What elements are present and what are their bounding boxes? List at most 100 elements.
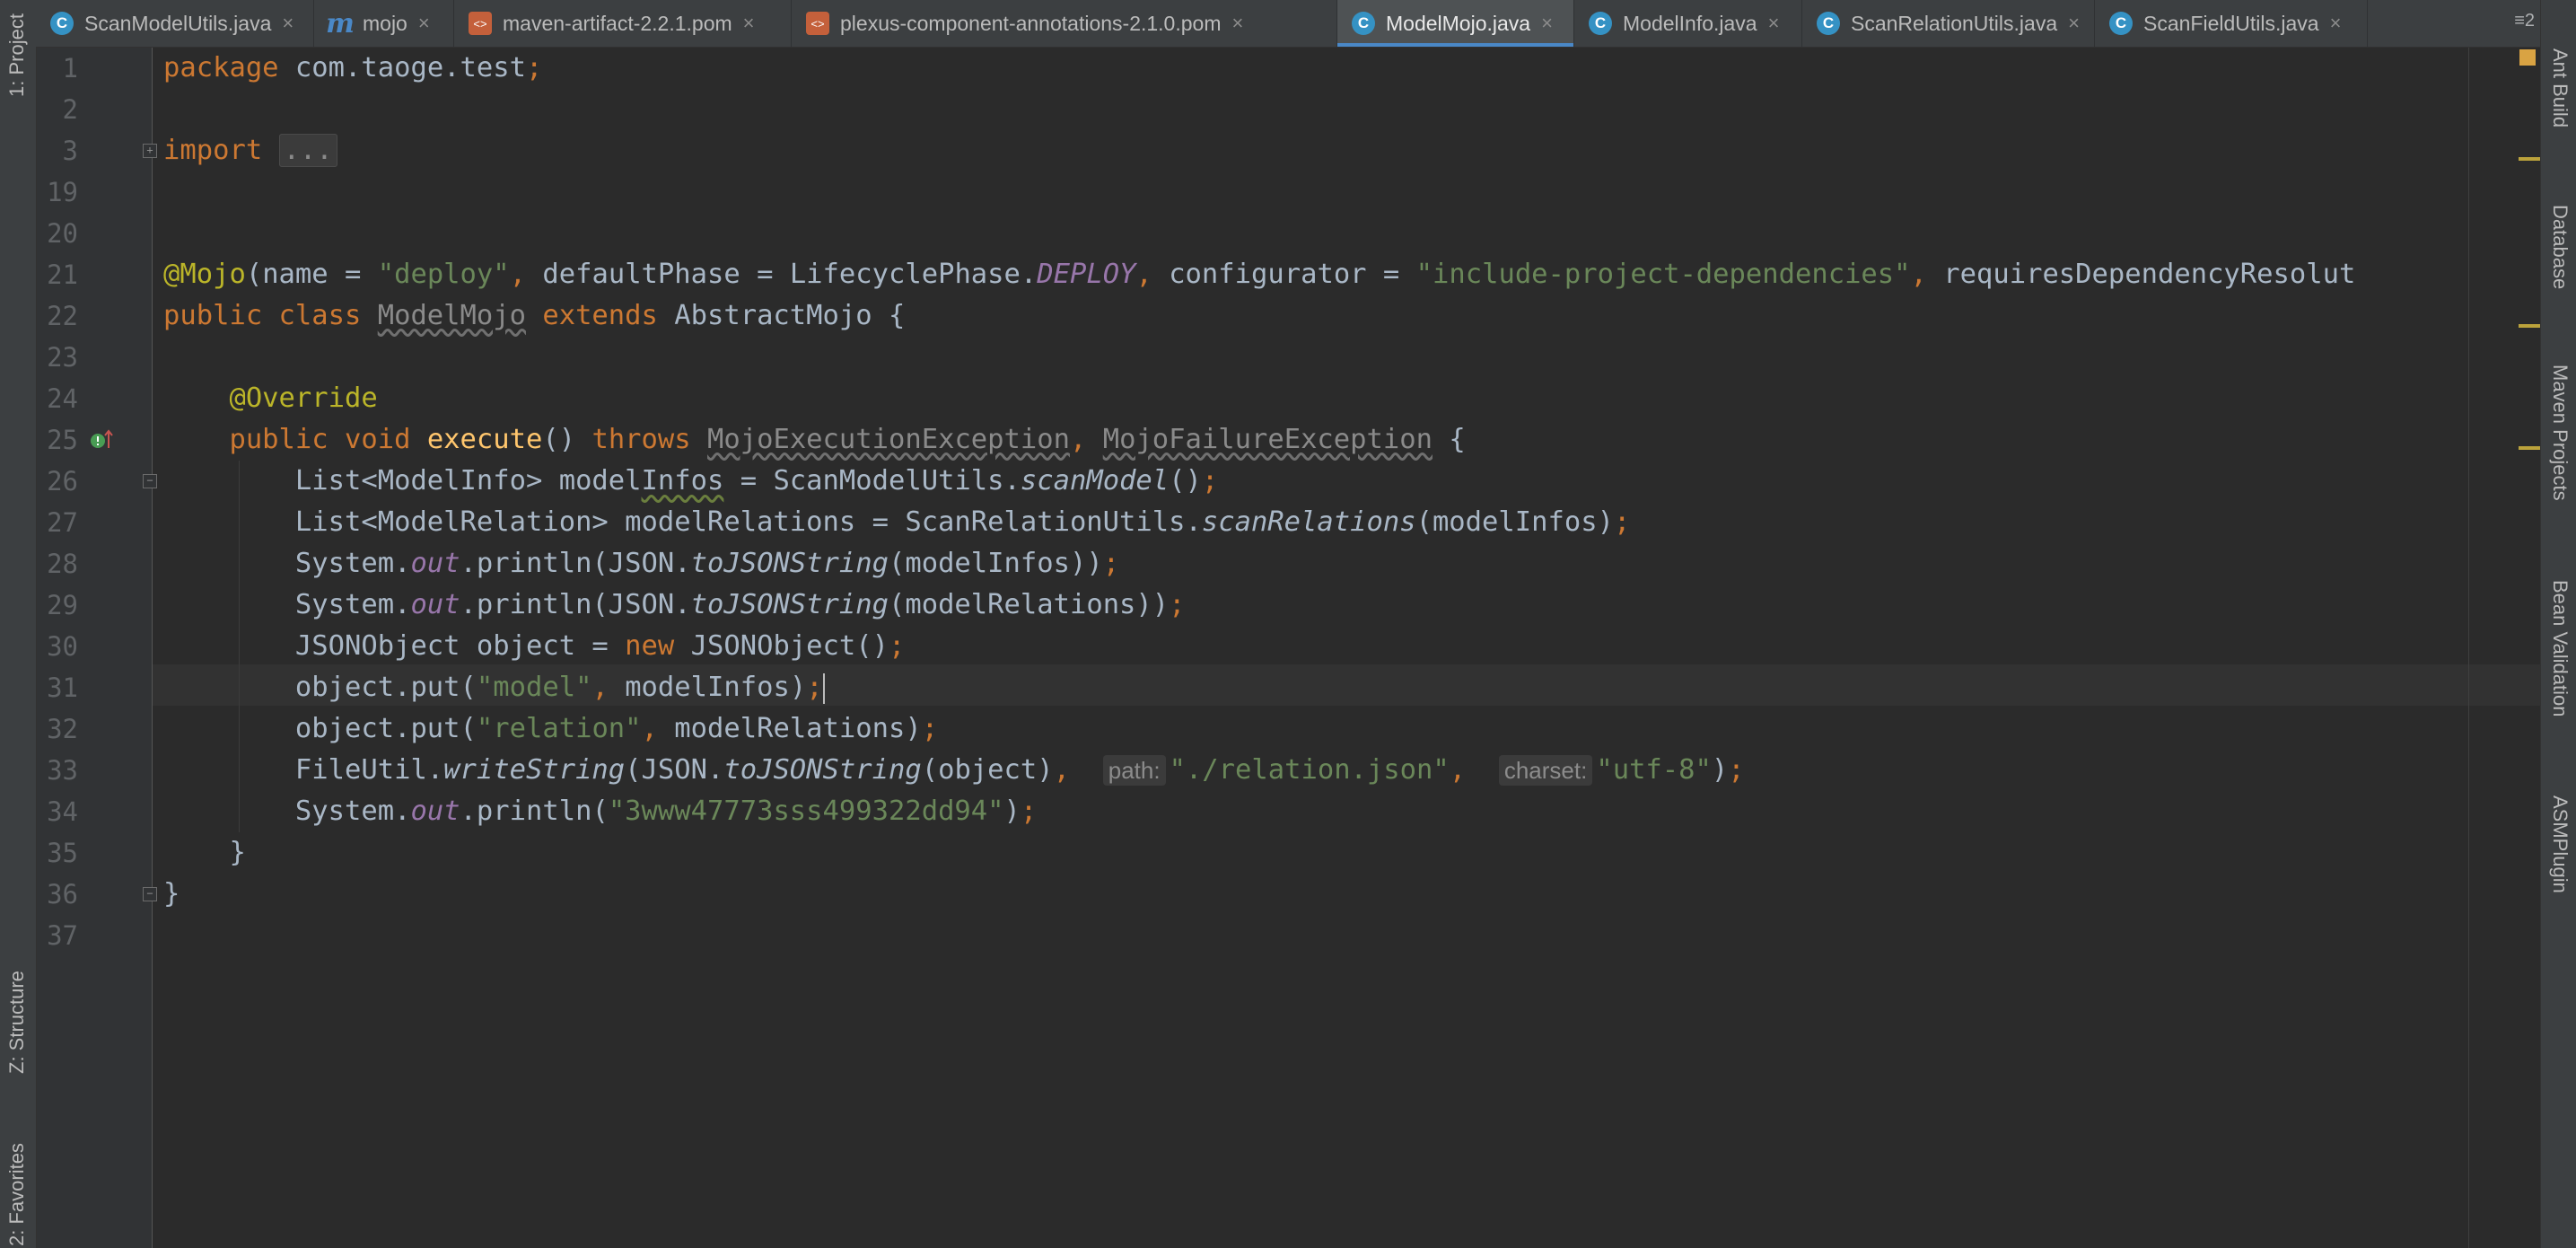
scrollbar-warning-marker[interactable] [2519,324,2540,328]
inspection-status-icon[interactable] [2519,49,2536,66]
code-text: JSONObject object = [294,630,626,662]
exception-type: MojoFailureException [1102,424,1433,455]
semicolon: ; [1020,795,1038,827]
line-number: 25 [47,425,78,455]
close-icon[interactable]: × [282,12,294,35]
code-text: System. [294,795,411,827]
tool-window-project[interactable]: 1: Project [5,13,29,97]
code-text: System. [294,589,411,620]
tool-window-maven-projects[interactable]: Maven Projects [2548,365,2572,501]
tab-scanmodelutils[interactable]: C ScanModelUtils.java × [36,0,314,47]
code-text: object.put( [294,713,477,744]
string-literal: "3www47773sss499322dd94" [608,795,1004,827]
static-field: out [410,548,460,579]
code-line-1[interactable]: package com.taoge.test; [163,48,542,89]
semicolon: ; [806,672,823,703]
code-line-31[interactable]: object.put("model", modelInfos); [163,667,825,708]
tab-label: plexus-component-annotations-2.1.0.pom [840,11,1222,35]
string-literal: "./relation.json" [1169,754,1450,786]
code-line-36[interactable]: } [163,874,180,915]
close-icon[interactable]: × [2330,12,2342,35]
scrollbar-warning-marker[interactable] [2519,446,2540,450]
code-text: .println( [460,795,609,827]
string-literal: "utf-8" [1596,754,1712,786]
code-text: JSONObject() [674,630,889,662]
line-number: 32 [47,714,78,744]
tab-label: ScanModelUtils.java [84,11,272,35]
code-line-32[interactable]: object.put("relation", modelRelations); [163,708,938,750]
code-text: () [542,424,592,455]
static-method: scanRelations [1201,506,1416,538]
package-name: com.taoge.test [294,52,526,83]
tab-modelinfo[interactable]: C ModelInfo.java × [1574,0,1802,47]
code-line-25[interactable]: public void execute() throws MojoExecuti… [163,419,1465,461]
line-number: 19 [47,177,78,207]
line-number: 35 [47,838,78,868]
comma: , [591,672,609,703]
code-line-27[interactable]: List<ModelRelation> modelRelations = Sca… [163,502,1630,543]
static-field: out [410,589,460,620]
tool-window-database[interactable]: Database [2548,205,2572,289]
close-icon[interactable]: × [1768,12,1780,35]
tool-window-asmplugin[interactable]: ASMPlugin [2548,795,2572,893]
code-text: configurator = [1152,259,1416,290]
tab-mojo[interactable]: m mojo × [314,0,454,47]
editor-tab-bar: C ScanModelUtils.java × m mojo × <> mave… [36,0,2540,48]
code-line-28[interactable]: System.out.println(JSON.toJSONString(mod… [163,543,1119,584]
line-number: 1 [62,53,78,83]
line-number: 21 [47,259,78,290]
tab-scanrelationutils[interactable]: C ScanRelationUtils.java × [1802,0,2095,47]
keyword: extends [525,300,675,331]
class-name: ModelMojo [377,300,526,331]
line-number: 33 [47,755,78,786]
comma: , [1053,754,1070,786]
tool-window-bean-validation[interactable]: Bean Validation [2548,580,2572,717]
tab-maven-artifact-pom[interactable]: <> maven-artifact-2.2.1.pom × [454,0,792,47]
keyword: public class [163,300,378,331]
code-line-29[interactable]: System.out.println(JSON.toJSONString(mod… [163,584,1186,626]
code-line-30[interactable]: JSONObject object = new JSONObject(); [163,626,905,667]
tab-modelmojo[interactable]: C ModelMojo.java × [1337,0,1574,47]
line-number: 36 [47,879,78,910]
line-number: 30 [47,631,78,662]
scrollbar-warning-marker[interactable] [2519,157,2540,161]
semicolon: ; [1102,548,1120,579]
semicolon: ; [888,630,906,662]
folded-imports[interactable]: ... [278,134,337,167]
class-icon: C [1589,12,1612,35]
semicolon: ; [1201,465,1219,497]
tab-overflow-button[interactable]: ≡2 [2514,11,2535,31]
code-line-3[interactable]: import ... [163,130,337,171]
code-text: (JSON. [625,754,724,786]
code-line-22[interactable]: public class ModelMojo extends AbstractM… [163,295,905,337]
close-icon[interactable]: × [2068,12,2080,35]
code-line-24[interactable]: @Override [163,378,377,419]
tab-scanfieldutils[interactable]: C ScanFieldUtils.java × [2095,0,2368,47]
close-icon[interactable]: × [743,12,755,35]
tab-plexus-pom[interactable]: <> plexus-component-annotations-2.1.0.po… [792,0,1337,47]
tool-window-favorites[interactable]: 2: Favorites [5,1143,29,1246]
tab-label: ModelInfo.java [1623,11,1757,35]
code-line-21[interactable]: @Mojo(name = "deploy", defaultPhase = Li… [163,254,2355,295]
tool-window-ant-build[interactable]: Ant Build [2548,48,2572,127]
code-line-33[interactable]: FileUtil.writeString(JSON.toJSONString(o… [163,750,1745,791]
override-marker-icon[interactable] [89,428,116,452]
close-icon[interactable]: × [418,12,430,35]
code-text: .println(JSON. [460,548,691,579]
pom-icon: <> [469,12,492,35]
line-number: 27 [47,507,78,538]
code-text: requiresDependencyResolut [1926,259,2356,290]
keyword: throws [591,424,707,455]
code-text: (modelRelations)) [888,589,1170,620]
line-number: 37 [47,920,78,951]
code-line-35[interactable]: } [163,832,245,874]
code-line-34[interactable]: System.out.println("3www47773sss499322dd… [163,791,1037,832]
close-icon[interactable]: × [1541,12,1553,35]
tab-label: ScanRelationUtils.java [1851,11,2058,35]
code-editor[interactable]: package com.taoge.test; import ... @Mojo… [153,48,2540,1248]
typo-warning: Infos [641,465,724,497]
tool-window-structure[interactable]: Z: Structure [5,971,29,1074]
comma: , [1449,754,1467,786]
code-line-26[interactable]: List<ModelInfo> modelInfos = ScanModelUt… [163,461,1218,502]
close-icon[interactable]: × [1231,12,1243,35]
